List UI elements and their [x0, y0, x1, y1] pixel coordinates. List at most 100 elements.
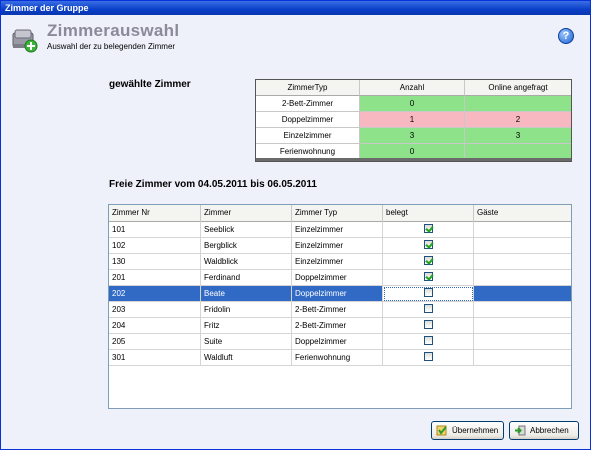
summary-count: 1 — [360, 112, 465, 128]
summary-col-count: Anzahl — [360, 80, 465, 96]
table-row[interactable]: 204 Fritz 2-Bett-Zimmer — [109, 318, 571, 334]
free-rooms-label: Freie Zimmer vom 04.05.2011 bis 06.05.20… — [109, 179, 317, 190]
guests-cell[interactable] — [474, 334, 571, 350]
free-rooms-grid[interactable]: Zimmer Nr Zimmer Zimmer Typ belegt Gäste… — [108, 204, 572, 409]
occupied-cell — [383, 222, 474, 238]
col-header-occupied[interactable]: belegt — [383, 205, 474, 222]
room-name-cell: Bergblick — [201, 238, 292, 254]
occupied-checkbox[interactable] — [423, 336, 433, 346]
summary-type: Einzelzimmer — [256, 128, 360, 144]
room-type-cell: Einzelzimmer — [292, 238, 383, 254]
summary-row: Doppelzimmer 1 2 — [256, 112, 571, 128]
selected-rooms-label: gewählte Zimmer — [109, 79, 191, 90]
guests-cell[interactable] — [474, 286, 571, 302]
occupied-checkbox[interactable] — [423, 256, 433, 266]
occupied-checkbox[interactable] — [423, 224, 433, 234]
room-nr-cell: 205 — [109, 334, 201, 350]
summary-count: 0 — [360, 96, 465, 112]
room-nr-cell: 201 — [109, 270, 201, 286]
col-header-room[interactable]: Zimmer — [201, 205, 292, 222]
table-row[interactable]: 101 Seeblick Einzelzimmer — [109, 222, 571, 238]
room-name-cell: Seeblick — [201, 222, 292, 238]
table-row[interactable]: 130 Waldblick Einzelzimmer — [109, 254, 571, 270]
occupied-checkbox[interactable] — [423, 304, 433, 314]
summary-type: Doppelzimmer — [256, 112, 360, 128]
dialog-window: Zimmer der Gruppe Zimmerauswahl Auswahl … — [0, 0, 591, 450]
occupied-cell — [383, 318, 474, 334]
apply-button-label: Übernehmen — [452, 426, 499, 435]
page-subtitle: Auswahl der zu belegenden Zimmer — [47, 42, 176, 51]
table-row[interactable]: 102 Bergblick Einzelzimmer — [109, 238, 571, 254]
selected-rooms-summary-table: ZimmerTyp Anzahl Online angefragt 2-Bett… — [255, 79, 572, 162]
table-row[interactable]: 205 Suite Doppelzimmer — [109, 334, 571, 350]
room-name-cell: Ferdinand — [201, 270, 292, 286]
room-nr-cell: 130 — [109, 254, 201, 270]
occupied-cell — [383, 270, 474, 286]
summary-count: 3 — [360, 128, 465, 144]
table-row[interactable]: 202 Beate Doppelzimmer — [109, 286, 571, 302]
room-type-cell: Doppelzimmer — [292, 286, 383, 302]
summary-row: Einzelzimmer 3 3 — [256, 128, 571, 144]
occupied-checkbox[interactable] — [423, 288, 433, 298]
apply-button[interactable]: Übernehmen — [431, 421, 504, 440]
summary-type: 2-Bett-Zimmer — [256, 96, 360, 112]
guests-cell[interactable] — [474, 318, 571, 334]
col-header-room-type[interactable]: Zimmer Typ — [292, 205, 383, 222]
table-row[interactable]: 301 Waldluft Ferienwohnung — [109, 350, 571, 366]
add-room-icon — [12, 29, 38, 53]
room-nr-cell: 204 — [109, 318, 201, 334]
guests-cell[interactable] — [474, 270, 571, 286]
room-name-cell: Waldluft — [201, 350, 292, 366]
room-nr-cell: 202 — [109, 286, 201, 302]
occupied-checkbox[interactable] — [423, 320, 433, 330]
occupied-cell — [383, 350, 474, 366]
occupied-cell — [383, 238, 474, 254]
grid-header-row: Zimmer Nr Zimmer Zimmer Typ belegt Gäste — [109, 205, 571, 222]
room-name-cell: Fritz — [201, 318, 292, 334]
summary-col-online: Online angefragt — [465, 80, 571, 96]
apply-icon — [436, 425, 447, 436]
occupied-cell — [383, 286, 474, 302]
room-type-cell: Doppelzimmer — [292, 270, 383, 286]
summary-online — [465, 96, 571, 112]
table-row[interactable]: 201 Ferdinand Doppelzimmer — [109, 270, 571, 286]
cancel-button[interactable]: Abbrechen — [509, 421, 579, 440]
summary-online: 2 — [465, 112, 571, 128]
guests-cell[interactable] — [474, 254, 571, 270]
occupied-checkbox[interactable] — [423, 272, 433, 282]
cancel-button-label: Abbrechen — [530, 426, 569, 435]
cancel-icon — [515, 425, 526, 436]
occupied-cell — [383, 254, 474, 270]
room-nr-cell: 301 — [109, 350, 201, 366]
room-name-cell: Fridolin — [201, 302, 292, 318]
room-nr-cell: 102 — [109, 238, 201, 254]
help-icon[interactable]: ? — [558, 28, 574, 44]
col-header-room-nr[interactable]: Zimmer Nr — [109, 205, 201, 222]
summary-header-row: ZimmerTyp Anzahl Online angefragt — [256, 80, 571, 96]
summary-online: 3 — [465, 128, 571, 144]
room-nr-cell: 101 — [109, 222, 201, 238]
room-nr-cell: 203 — [109, 302, 201, 318]
room-type-cell: 2-Bett-Zimmer — [292, 318, 383, 334]
occupied-checkbox[interactable] — [423, 240, 433, 250]
summary-col-type: ZimmerTyp — [256, 80, 360, 96]
table-row[interactable]: 203 Fridolin 2-Bett-Zimmer — [109, 302, 571, 318]
summary-footer-bar — [256, 158, 571, 161]
window-title: Zimmer der Gruppe — [1, 1, 590, 15]
page-title: Zimmerauswahl — [47, 21, 180, 40]
room-type-cell: Ferienwohnung — [292, 350, 383, 366]
room-name-cell: Beate — [201, 286, 292, 302]
col-header-guests[interactable]: Gäste — [474, 205, 571, 222]
room-name-cell: Waldblick — [201, 254, 292, 270]
guests-cell[interactable] — [474, 238, 571, 254]
occupied-cell — [383, 334, 474, 350]
room-type-cell: 2-Bett-Zimmer — [292, 302, 383, 318]
summary-row: 2-Bett-Zimmer 0 — [256, 96, 571, 112]
guests-cell[interactable] — [474, 350, 571, 366]
room-name-cell: Suite — [201, 334, 292, 350]
guests-cell[interactable] — [474, 302, 571, 318]
occupied-cell — [383, 302, 474, 318]
occupied-checkbox[interactable] — [423, 352, 433, 362]
room-type-cell: Doppelzimmer — [292, 334, 383, 350]
guests-cell[interactable] — [474, 222, 571, 238]
